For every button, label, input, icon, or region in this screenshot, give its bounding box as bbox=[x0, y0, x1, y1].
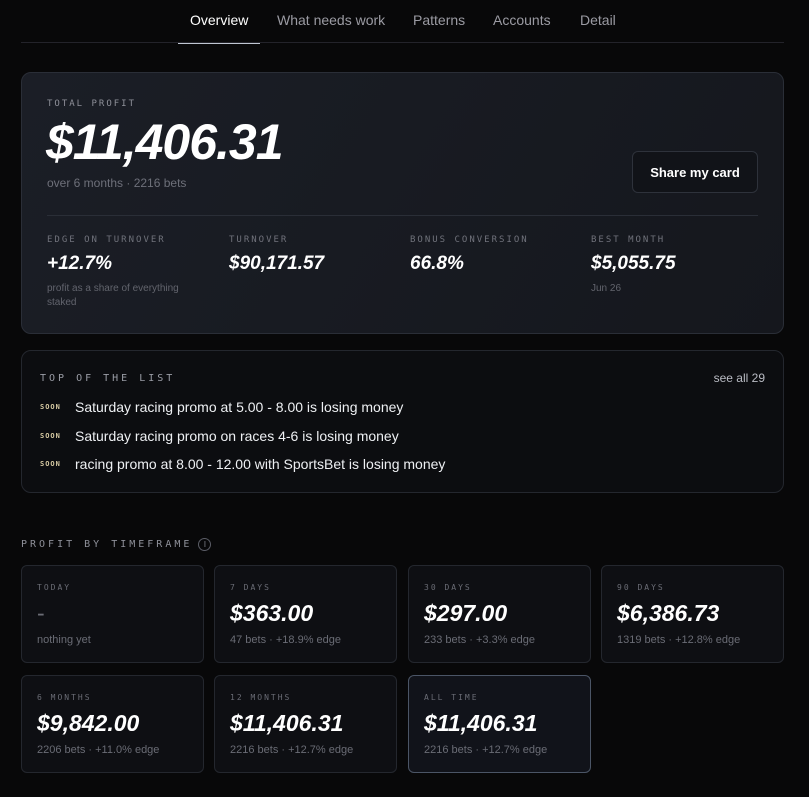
timeframe-label: 12 MONTHS bbox=[230, 693, 292, 702]
profit-by-timeframe-heading: PROFIT BY TIMEFRAME i bbox=[21, 538, 212, 551]
tab-accounts[interactable]: Accounts bbox=[493, 12, 551, 43]
timeframe-card-7-days[interactable]: 7 DAYS $363.00 47 bets · +18.9% edge bbox=[214, 565, 397, 663]
timeframe-label: 7 DAYS bbox=[230, 583, 271, 592]
timeframe-value: $363.00 bbox=[230, 600, 314, 626]
stat-subtext: profit as a share of everything staked bbox=[47, 283, 179, 308]
timeframe-value: $9,842.00 bbox=[37, 710, 140, 736]
timeframe-value: $6,386.73 bbox=[617, 600, 720, 626]
top-list-title: TOP OF THE LIST bbox=[40, 373, 176, 384]
timeframe-subtext: 47 bets · +18.9% edge bbox=[230, 634, 341, 646]
list-item[interactable]: SOON Saturday racing promo on races 4-6 … bbox=[40, 425, 399, 447]
info-icon[interactable]: i bbox=[198, 538, 212, 551]
timeframe-subtext: 2216 bets · +12.7% edge bbox=[230, 744, 354, 756]
timeframe-subtext: nothing yet bbox=[37, 634, 91, 646]
timeframe-label: 30 DAYS bbox=[424, 583, 472, 592]
tab-what-needs-work[interactable]: What needs work bbox=[277, 12, 385, 43]
list-item[interactable]: SOON racing promo at 8.00 - 12.00 with S… bbox=[40, 453, 445, 475]
timeframe-card-90-days[interactable]: 90 DAYS $6,386.73 1319 bets · +12.8% edg… bbox=[601, 565, 784, 663]
stat-value: 66.8% bbox=[410, 253, 464, 274]
timeframe-card-30-days[interactable]: 30 DAYS $297.00 233 bets · +3.3% edge bbox=[408, 565, 591, 663]
total-profit-label: TOTAL PROFIT bbox=[47, 99, 137, 109]
timeframe-label: 90 DAYS bbox=[617, 583, 665, 592]
timeframe-card-6-months[interactable]: 6 MONTHS $9,842.00 2206 bets · +11.0% ed… bbox=[21, 675, 204, 773]
timeframe-card-today[interactable]: TODAY - nothing yet bbox=[21, 565, 204, 663]
timeframe-subtext: 1319 bets · +12.8% edge bbox=[617, 634, 741, 646]
timeframe-subtext: 233 bets · +3.3% edge bbox=[424, 634, 535, 646]
stat-subtext: Jun 26 bbox=[591, 283, 622, 294]
timeframe-value: $11,406.31 bbox=[424, 710, 538, 736]
stat-value: $90,171.57 bbox=[229, 253, 325, 274]
timeframe-value: $11,406.31 bbox=[230, 710, 344, 736]
stat-value: $5,055.75 bbox=[591, 253, 676, 274]
timeframe-value: - bbox=[37, 600, 45, 626]
stat-edge-on-turnover: EDGE ON TURNOVER +12.7% profit as a shar… bbox=[47, 235, 217, 310]
stat-label: EDGE ON TURNOVER bbox=[47, 235, 166, 245]
soon-badge: SOON bbox=[40, 432, 61, 440]
tab-patterns[interactable]: Patterns bbox=[413, 12, 465, 43]
divider bbox=[47, 215, 758, 216]
list-item[interactable]: SOON Saturday racing promo at 5.00 - 8.0… bbox=[40, 396, 403, 418]
list-item-text: Saturday racing promo at 5.00 - 8.00 is … bbox=[75, 399, 404, 415]
soon-badge: SOON bbox=[40, 403, 61, 411]
tab-detail[interactable]: Detail bbox=[580, 12, 616, 43]
top-of-list-card: TOP OF THE LIST see all 29 SOON Saturday… bbox=[21, 350, 784, 493]
tab-bar: Overview What needs work Patterns Accoun… bbox=[21, 0, 784, 44]
timeframe-label: 6 MONTHS bbox=[37, 693, 92, 702]
stat-turnover: TURNOVER $90,171.57 bbox=[229, 235, 399, 275]
stat-label: TURNOVER bbox=[229, 235, 289, 245]
soon-badge: SOON bbox=[40, 460, 61, 468]
total-profit-value: $11,406.31 bbox=[46, 114, 284, 170]
section-title-text: PROFIT BY TIMEFRAME bbox=[21, 539, 193, 550]
timeframe-subtext: 2206 bets · +11.0% edge bbox=[37, 744, 160, 756]
tab-overview[interactable]: Overview bbox=[177, 12, 261, 44]
stat-label: BONUS CONVERSION bbox=[410, 235, 529, 245]
total-profit-card: TOTAL PROFIT $11,406.31 over 6 months · … bbox=[21, 72, 784, 334]
timeframe-label: TODAY bbox=[37, 583, 72, 592]
timeframe-subtext: 2216 bets · +12.7% edge bbox=[424, 744, 548, 756]
stat-bonus-conversion: BONUS CONVERSION 66.8% bbox=[410, 235, 580, 275]
list-item-text: racing promo at 8.00 - 12.00 with Sports… bbox=[75, 456, 446, 472]
timeframe-label: ALL TIME bbox=[424, 693, 479, 702]
total-profit-subtitle: over 6 months · 2216 bets bbox=[47, 176, 187, 190]
stat-label: BEST MONTH bbox=[591, 235, 666, 245]
see-all-link[interactable]: see all 29 bbox=[714, 371, 765, 385]
stat-value: +12.7% bbox=[47, 253, 112, 274]
share-card-button[interactable]: Share my card bbox=[632, 151, 758, 193]
timeframe-card-12-months[interactable]: 12 MONTHS $11,406.31 2216 bets · +12.7% … bbox=[214, 675, 397, 773]
stat-best-month: BEST MONTH $5,055.75 Jun 26 bbox=[591, 235, 761, 296]
list-item-text: Saturday racing promo on races 4-6 is lo… bbox=[75, 428, 399, 444]
timeframe-value: $297.00 bbox=[424, 600, 508, 626]
timeframe-card-all-time[interactable]: ALL TIME $11,406.31 2216 bets · +12.7% e… bbox=[408, 675, 591, 773]
